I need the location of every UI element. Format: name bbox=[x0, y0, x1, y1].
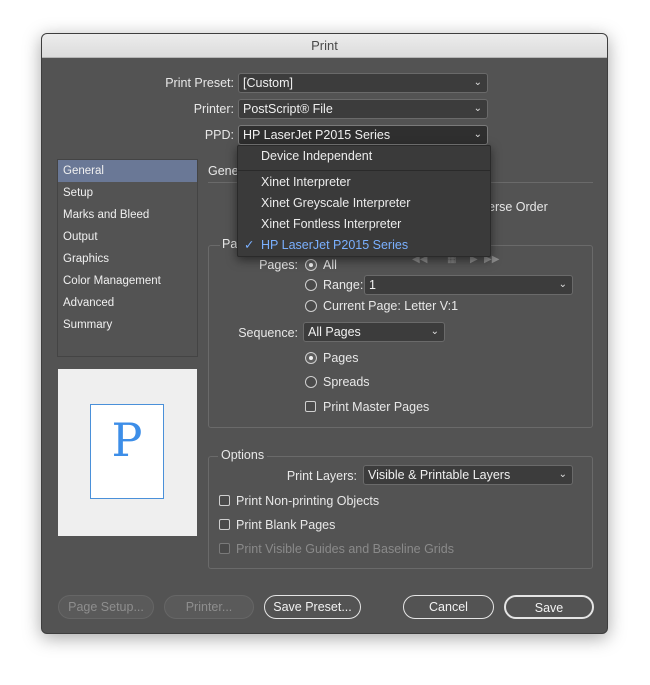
preview-page: P bbox=[90, 404, 164, 499]
print-master-pages-label: Print Master Pages bbox=[323, 400, 430, 414]
pages-all-label: All bbox=[323, 258, 337, 272]
ppd-option-hp-laserjet[interactable]: ✓ HP LaserJet P2015 Series bbox=[238, 235, 490, 256]
print-blank-pages-checkbox[interactable] bbox=[219, 519, 230, 530]
page-preview: P bbox=[58, 369, 197, 536]
pages-label: Pages: bbox=[259, 258, 298, 272]
ppd-option-device-independent[interactable]: Device Independent bbox=[238, 146, 490, 167]
print-preset-select[interactable]: [Custom] ⌄ bbox=[238, 73, 488, 93]
printer-label: Printer: bbox=[193, 102, 234, 116]
pages-range-radio[interactable] bbox=[305, 279, 317, 291]
ppd-select[interactable]: HP LaserJet P2015 Series ⌄ bbox=[238, 125, 488, 145]
pages-sequence-label: Pages bbox=[323, 351, 359, 365]
sidebar: General Setup Marks and Bleed Output Gra… bbox=[57, 159, 198, 357]
print-preset-label: Print Preset: bbox=[165, 76, 234, 90]
print-master-pages-checkbox[interactable] bbox=[305, 401, 316, 412]
chevron-down-icon: ⌄ bbox=[558, 279, 567, 290]
checkmark-icon: ✓ bbox=[244, 238, 255, 252]
print-non-printing-checkbox[interactable] bbox=[219, 495, 230, 506]
range-combobox[interactable]: 1 ⌄ bbox=[364, 275, 573, 295]
chevron-down-icon: ⌄ bbox=[430, 326, 439, 337]
sidebar-item-advanced[interactable]: Advanced bbox=[58, 292, 197, 314]
pages-range-label: Range: bbox=[323, 278, 364, 292]
ppd-option-xinet-greyscale[interactable]: Xinet Greyscale Interpreter bbox=[238, 193, 490, 214]
page-setup-button: Page Setup... bbox=[58, 595, 154, 619]
sidebar-item-marks-and-bleed[interactable]: Marks and Bleed bbox=[58, 204, 197, 226]
menu-separator bbox=[238, 170, 490, 171]
printer-button: Printer... bbox=[164, 595, 254, 619]
ppd-dropdown-menu: Device Independent Xinet Interpreter Xin… bbox=[237, 145, 491, 257]
printer-value: PostScript® File bbox=[243, 102, 333, 116]
sidebar-item-general[interactable]: General bbox=[58, 160, 197, 182]
sequence-select[interactable]: All Pages ⌄ bbox=[303, 322, 445, 342]
print-layers-label: Print Layers: bbox=[286, 469, 357, 483]
print-guides-label: Print Visible Guides and Baseline Grids bbox=[236, 542, 454, 556]
ppd-option-xinet-interpreter[interactable]: Xinet Interpreter bbox=[238, 172, 490, 193]
print-guides-checkbox bbox=[219, 543, 230, 554]
print-non-printing-label: Print Non-printing Objects bbox=[236, 494, 380, 508]
ppd-label: PPD: bbox=[204, 128, 234, 142]
reverse-order-label: erse Order bbox=[488, 200, 548, 214]
spreads-label: Spreads bbox=[323, 375, 370, 389]
print-layers-value: Visible & Printable Layers bbox=[368, 468, 511, 482]
save-preset-button[interactable]: Save Preset... bbox=[264, 595, 361, 619]
preview-letter: P bbox=[111, 413, 143, 467]
printer-select[interactable]: PostScript® File ⌄ bbox=[238, 99, 488, 119]
cancel-button[interactable]: Cancel bbox=[403, 595, 494, 619]
sequence-label: Sequence: bbox=[238, 326, 298, 340]
options-title: Options bbox=[218, 448, 268, 462]
spreads-radio[interactable] bbox=[305, 376, 317, 388]
range-value: 1 bbox=[369, 278, 376, 292]
chevron-down-icon: ⌄ bbox=[558, 469, 567, 480]
ppd-option-hp-laserjet-label: HP LaserJet P2015 Series bbox=[261, 238, 409, 252]
pages-sequence-radio[interactable] bbox=[305, 352, 317, 364]
ppd-option-xinet-fontless[interactable]: Xinet Fontless Interpreter bbox=[238, 214, 490, 235]
current-page-radio[interactable] bbox=[305, 300, 317, 312]
print-dialog: Print Print Preset: [Custom] ⌄ Printer: … bbox=[41, 33, 608, 634]
ppd-value: HP LaserJet P2015 Series bbox=[243, 128, 391, 142]
sidebar-item-color-management[interactable]: Color Management bbox=[58, 270, 197, 292]
print-layers-select[interactable]: Visible & Printable Layers ⌄ bbox=[363, 465, 573, 485]
print-preset-value: [Custom] bbox=[243, 76, 294, 90]
sidebar-item-graphics[interactable]: Graphics bbox=[58, 248, 197, 270]
pages-all-radio[interactable] bbox=[305, 259, 317, 271]
save-button[interactable]: Save bbox=[504, 595, 594, 619]
chevron-down-icon: ⌄ bbox=[473, 77, 482, 88]
chevron-down-icon: ⌄ bbox=[473, 103, 482, 114]
window-title: Print bbox=[42, 34, 607, 58]
sequence-value: All Pages bbox=[308, 325, 361, 339]
current-page-label: Current Page: Letter V:1 bbox=[323, 299, 459, 313]
sidebar-item-summary[interactable]: Summary bbox=[58, 314, 197, 336]
print-blank-pages-label: Print Blank Pages bbox=[236, 518, 336, 532]
sidebar-item-setup[interactable]: Setup bbox=[58, 182, 197, 204]
chevron-down-icon: ⌄ bbox=[473, 129, 482, 140]
sidebar-item-output[interactable]: Output bbox=[58, 226, 197, 248]
